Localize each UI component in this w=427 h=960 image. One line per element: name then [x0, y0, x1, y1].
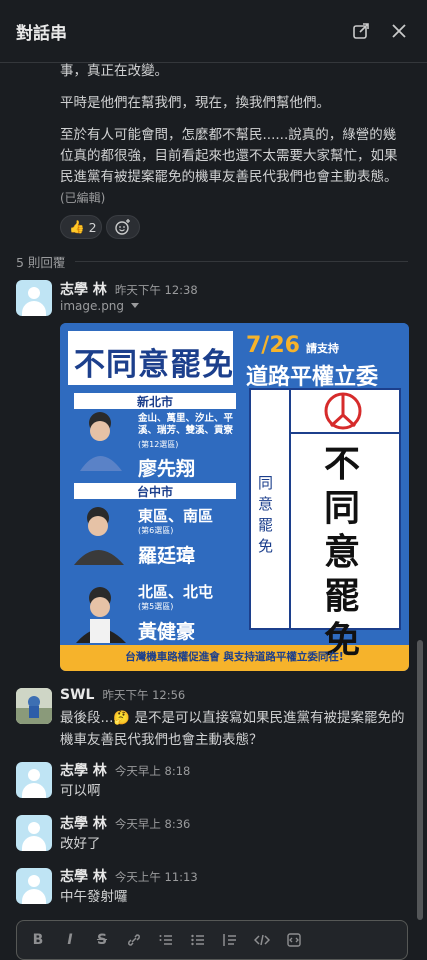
message-header: 志學 林 今天上午 11:13 — [60, 866, 198, 886]
sender-name[interactable]: 志學 林 — [60, 866, 107, 886]
avatar[interactable] — [16, 815, 52, 851]
poster-city-2: 台中市 — [136, 485, 173, 499]
avatar-swl[interactable] — [16, 688, 52, 724]
avatar[interactable] — [16, 868, 52, 904]
poster-subtitle: 道路平權立委 — [246, 365, 379, 390]
message-text: 可以啊 — [60, 783, 101, 799]
poster-ballot-right: 不同意罷免 — [323, 444, 360, 661]
poster-date: 7/26 — [246, 333, 300, 358]
divider-line — [75, 260, 408, 262]
bulleted-list-icon[interactable] — [185, 927, 211, 953]
timestamp[interactable]: 今天早上 8:18 — [115, 763, 190, 779]
message-header: 志學 林 今天早上 8:18 — [60, 760, 190, 780]
file-name-row[interactable]: image.png — [60, 299, 140, 313]
link-icon[interactable] — [121, 927, 147, 953]
message-header: 志學 林 今天早上 8:36 — [60, 813, 190, 833]
message-text: 最後段...🤔 是不是可以直接寫如果民進黨有被提案罷免的機車友善民代我們也會主動… — [60, 710, 405, 748]
code-icon[interactable] — [249, 927, 275, 953]
thread-scroll-area[interactable]: 事，真正在改變。 平時是他們在幫我們，現在，換我們幫他們。 至於有人可能會問，怎… — [0, 63, 427, 919]
poster-name-3: 黃健豪 — [138, 621, 196, 643]
thread-header: 對話串 — [0, 0, 427, 63]
italic-icon[interactable]: I — [57, 927, 83, 953]
avatar[interactable] — [16, 280, 52, 316]
avatar[interactable] — [16, 762, 52, 798]
code-block-icon[interactable] — [281, 927, 307, 953]
open-in-new-icon[interactable] — [345, 15, 377, 47]
poster-headline: 不同意罷免 — [74, 347, 234, 383]
blockquote-icon[interactable] — [217, 927, 243, 953]
poster-date-row: 7/26 請支持 — [246, 333, 339, 358]
add-reaction-button[interactable] — [106, 215, 140, 239]
message-composer[interactable]: B I S — [16, 920, 408, 960]
sender-name[interactable]: 志學 林 — [60, 813, 107, 833]
replies-divider: 5 則回覆 — [16, 251, 408, 271]
message-header: 志學 林 昨天下午 12:38 — [60, 279, 198, 299]
poster-zone-2: (第6選區) — [138, 526, 174, 535]
poster-zone-1: (第12選區) — [138, 440, 179, 449]
strikethrough-icon[interactable]: S — [89, 927, 115, 953]
timestamp[interactable]: 今天早上 8:36 — [115, 816, 190, 832]
thinking-emoji: 🤔 — [113, 710, 131, 726]
sender-name[interactable]: 志學 林 — [60, 279, 107, 299]
caret-down-icon — [131, 303, 140, 308]
attached-image[interactable]: 不同意罷免 7/26 請支持 道路平權立委 新北市 金山、萬里、汐止、平溪、瑞芳… — [60, 323, 409, 671]
timestamp[interactable]: 昨天下午 12:56 — [102, 687, 185, 703]
sender-name[interactable]: SWL — [60, 687, 94, 703]
bold-icon[interactable]: B — [25, 927, 51, 953]
parent-text-para2: 平時是他們在幫我們，現在，換我們幫他們。 — [60, 95, 330, 111]
timestamp[interactable]: 昨天下午 12:38 — [115, 282, 198, 298]
parent-text-cont: 事，真正在改變。 — [60, 63, 168, 79]
poster-name-2: 羅廷瑋 — [138, 545, 196, 567]
ordered-list-icon[interactable] — [153, 927, 179, 953]
replies-count: 5 則回覆 — [16, 254, 66, 270]
file-name: image.png — [60, 299, 125, 313]
add-emoji-icon — [115, 219, 130, 235]
parent-text-para3: 至於有人可能會問，怎麼都不幫民......說真的，綠營的幾位真的都很強，目前看起… — [60, 127, 398, 205]
poster-name-1: 廖先翔 — [138, 458, 196, 480]
poster-ballot-left: 同意罷免 — [258, 474, 274, 555]
edited-label: (已編輯) — [60, 191, 106, 205]
poster-city-1: 新北市 — [136, 395, 173, 409]
message-text: 改好了 — [60, 836, 101, 852]
poster-district-1: 金山、萬里、汐止、平溪、瑞芳、雙溪、貢寮 — [138, 413, 234, 436]
poster-district-3: 北區、北屯 — [138, 583, 214, 601]
poster-footer: 台灣機車路權促進會 與支持道路平權立委同在! — [125, 651, 344, 663]
close-icon[interactable] — [383, 15, 415, 47]
poster-support: 請支持 — [305, 342, 339, 355]
thread-title: 對話串 — [16, 23, 67, 44]
sender-name[interactable]: 志學 林 — [60, 760, 107, 780]
reaction-thumbs-up[interactable]: 👍 2 — [60, 215, 102, 239]
message-text: 中午發射囉 — [60, 889, 128, 905]
message-header: SWL 昨天下午 12:56 — [60, 687, 185, 707]
poster-district-2: 東區、南區 — [138, 507, 214, 525]
poster-zone-3: (第5選區) — [138, 602, 174, 611]
timestamp[interactable]: 今天上午 11:13 — [115, 869, 198, 885]
scrollbar[interactable] — [417, 640, 423, 920]
